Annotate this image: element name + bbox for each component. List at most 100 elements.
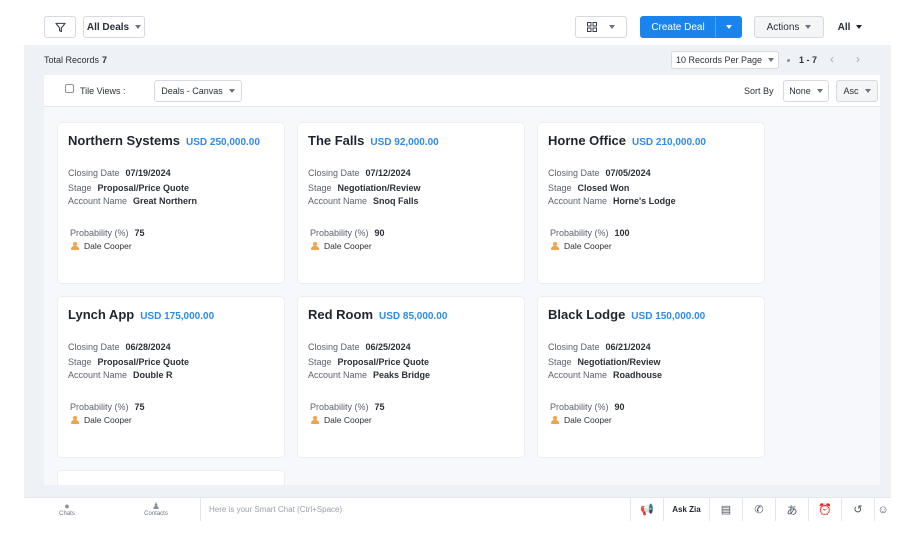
page-range: 1 - 7	[799, 55, 818, 65]
note-icon: ▤	[720, 504, 732, 516]
stage-label: Stage	[548, 357, 572, 367]
account-name-label: Account Name	[548, 196, 608, 206]
top-bar: All Deals Create Deal Actions All	[0, 0, 915, 45]
account-row: Account Name Roadhouse	[548, 370, 662, 380]
stage-value: Proposal/Price Quote	[97, 183, 190, 193]
tile-views-label: Tile Views :	[80, 86, 126, 96]
call-button[interactable]: ✆	[742, 498, 775, 521]
deal-name-text: Horne Office	[548, 133, 627, 148]
probability-label: Probability (%)	[550, 402, 609, 412]
account-name-value: Horne's Lodge	[613, 196, 676, 206]
probability-row: Probability (%) 100	[550, 228, 630, 238]
chevron-down-icon	[768, 58, 775, 62]
chevron-down-icon	[725, 25, 732, 29]
deal-owner[interactable]: Dale Cooper	[550, 415, 612, 425]
probability-value: 75	[134, 402, 145, 412]
view-toolbar: Tile Views : Deals - Canvas Sort By None…	[44, 75, 880, 107]
account-name-label: Account Name	[308, 370, 368, 380]
account-name-label: Account Name	[68, 196, 128, 206]
owner-name: Dale Cooper	[324, 241, 372, 251]
owner-name: Dale Cooper	[324, 415, 372, 425]
probability-row: Probability (%) 90	[310, 228, 385, 238]
deal-card[interactable]: Horne Office USD 210,000.00 Closing Date 0…	[538, 123, 764, 283]
sort-field-dropdown[interactable]: None	[783, 80, 829, 102]
chevron-down-icon	[816, 89, 823, 93]
deal-name-text: Lynch App	[68, 307, 135, 322]
history-button[interactable]: ↺	[841, 498, 874, 521]
stage-row: Stage Proposal/Price Quote	[68, 183, 189, 193]
notes-button[interactable]: ▤	[709, 498, 742, 521]
deal-card[interactable]	[58, 471, 284, 485]
view-switcher-button[interactable]	[575, 16, 627, 38]
stage-value: Proposal/Price Quote	[337, 357, 430, 367]
megaphone-icon: 📢	[640, 504, 654, 516]
deal-amount: USD 250,000.00	[185, 137, 260, 148]
stage-row: Stage Negotiation/Review	[308, 183, 421, 193]
closing-date-value: 06/28/2024	[125, 342, 171, 352]
chats-button[interactable]: ● Chats	[52, 501, 82, 517]
deal-name-text: Northern Systems	[68, 133, 180, 148]
account-row: Account Name Snoq Falls	[308, 196, 419, 206]
create-deal-dropdown[interactable]	[715, 17, 741, 37]
translate-button[interactable]: あ	[775, 498, 808, 521]
user-icon	[70, 241, 79, 251]
account-row: Account Name Double R	[68, 370, 173, 380]
alarm-button[interactable]: ⏰	[808, 498, 841, 521]
account-name-value: Roadhouse	[613, 370, 663, 380]
deal-cards-grid: Northern Systems USD 250,000.00 Closing D…	[44, 107, 880, 485]
deal-name: The Falls USD 92,000.00	[308, 133, 439, 148]
all-dropdown[interactable]: All	[834, 16, 866, 38]
alarm-clock-icon: ⏰	[818, 504, 832, 516]
stage-label: Stage	[548, 183, 572, 193]
filter-button[interactable]	[44, 16, 76, 38]
deal-owner[interactable]: Dale Cooper	[310, 415, 372, 425]
actions-dropdown[interactable]: Actions	[754, 16, 824, 38]
feedback-button[interactable]: ☺	[874, 498, 891, 521]
deal-card[interactable]: Black Lodge USD 150,000.00 Closing Date 06…	[538, 297, 764, 457]
create-deal-button[interactable]: Create Deal	[640, 16, 742, 38]
closing-date-label: Closing Date	[68, 168, 120, 178]
separator-dot	[787, 59, 790, 62]
stage-row: Stage Proposal/Price Quote	[68, 357, 189, 367]
tile-views-checkbox[interactable]	[65, 84, 74, 93]
owner-name: Dale Cooper	[564, 241, 612, 251]
user-icon	[550, 415, 559, 425]
deal-card[interactable]: Lynch App USD 175,000.00 Closing Date 06/2…	[58, 297, 284, 457]
announcement-button[interactable]: 📢	[630, 498, 663, 521]
canvas-view-label: Deals - Canvas	[161, 86, 223, 96]
account-row: Account Name Horne's Lodge	[548, 196, 676, 206]
deal-owner[interactable]: Dale Cooper	[550, 241, 612, 251]
stage-label: Stage	[308, 357, 332, 367]
all-deals-dropdown[interactable]: All Deals	[83, 16, 145, 38]
deal-card[interactable]: Red Room USD 85,000.00 Closing Date 06/25/…	[298, 297, 524, 457]
records-row: Total Records 7 10 Records Per Page 1 - 7…	[24, 45, 891, 75]
deal-owner[interactable]: Dale Cooper	[70, 415, 132, 425]
stage-value: Proposal/Price Quote	[97, 357, 190, 367]
stage-value: Negotiation/Review	[337, 183, 421, 193]
total-records-label: Total Records	[44, 55, 100, 65]
closing-date-value: 07/05/2024	[605, 168, 651, 178]
deal-amount: USD 150,000.00	[631, 311, 706, 322]
chevron-down-icon	[135, 25, 142, 29]
deal-owner[interactable]: Dale Cooper	[310, 241, 372, 251]
records-per-page-dropdown[interactable]: 10 Records Per Page	[671, 51, 779, 69]
probability-label: Probability (%)	[550, 228, 609, 238]
next-page-button[interactable]: ›	[856, 52, 860, 66]
ask-zia-label: Ask Zia	[672, 505, 701, 514]
closing-date-label: Closing Date	[308, 342, 360, 352]
probability-row: Probability (%) 75	[310, 402, 385, 412]
sort-field-label: None	[789, 86, 811, 96]
deal-owner[interactable]: Dale Cooper	[70, 241, 132, 251]
deal-name: Northern Systems USD 250,000.00	[68, 133, 260, 148]
closing-date-label: Closing Date	[308, 168, 360, 178]
account-name-value: Double R	[133, 370, 173, 380]
smart-chat-input[interactable]: Here is your Smart Chat (Ctrl+Space)	[200, 498, 630, 521]
deal-card[interactable]: The Falls USD 92,000.00 Closing Date 07/12…	[298, 123, 524, 283]
ask-zia-button[interactable]: Ask Zia	[663, 498, 709, 521]
contacts-button[interactable]: ♟ Contacts	[141, 501, 171, 517]
canvas-view-dropdown[interactable]: Deals - Canvas	[154, 80, 242, 102]
stage-row: Stage Closed Won	[548, 183, 629, 193]
previous-page-button[interactable]: ‹	[830, 52, 834, 66]
deal-card[interactable]: Northern Systems USD 250,000.00 Closing D…	[58, 123, 284, 283]
sort-order-dropdown[interactable]: Asc	[836, 80, 878, 102]
